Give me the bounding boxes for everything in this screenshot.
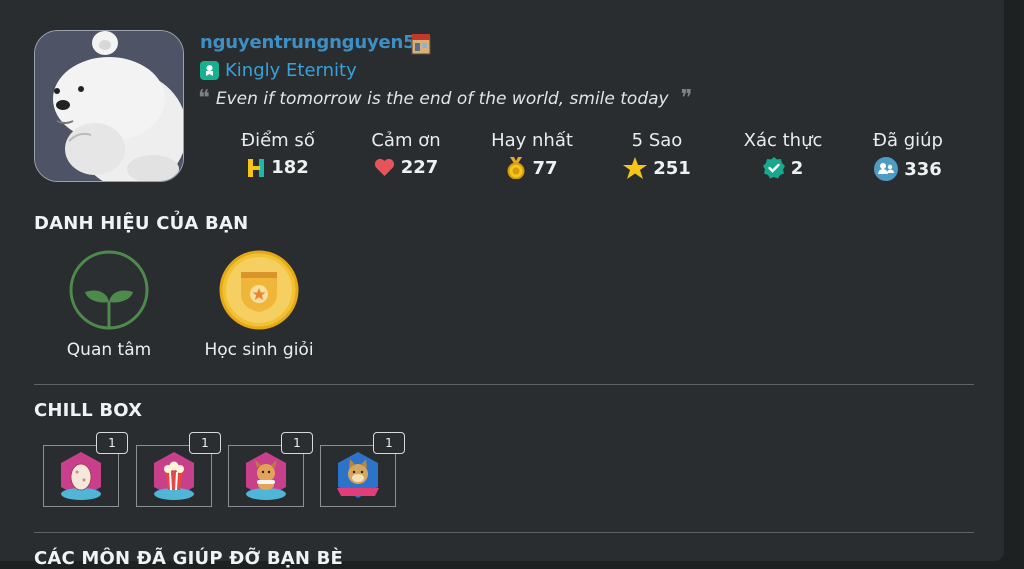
- chill-item-doge[interactable]: 1: [320, 432, 405, 507]
- title-badge-label: Học sinh giỏi: [204, 340, 314, 360]
- profile-panel: nguyentrungnguyen5 Kingly Eternity ❝ Eve…: [0, 0, 1004, 569]
- stat-value: 336: [904, 158, 942, 180]
- divider: [34, 384, 974, 385]
- rank-badge-icon: [200, 61, 219, 80]
- stat-value: 227: [400, 157, 439, 178]
- stat-five-stars: 5 Sao 251: [592, 130, 722, 179]
- star-shield-icon: [219, 250, 299, 330]
- popcorn-sticker-icon: [154, 452, 194, 500]
- helped-subjects-heading: CÁC MÔN ĐÃ GIÚP ĐỠ BẠN BÈ: [34, 548, 344, 569]
- rank-row: Kingly Eternity: [200, 60, 357, 81]
- stat-value: 182: [271, 157, 309, 178]
- stat-label: Đã giúp: [873, 130, 943, 151]
- stat-value: 77: [532, 157, 558, 179]
- title-badge-hoc-sinh-gioi[interactable]: Học sinh giỏi: [179, 250, 339, 360]
- star-icon: [623, 157, 648, 179]
- doge-sticker-icon: [337, 452, 379, 498]
- title-badge-label: Quan tâm: [66, 340, 152, 360]
- open-quote-icon: ❝: [198, 86, 210, 111]
- chill-item-egg[interactable]: 1: [43, 432, 128, 507]
- close-quote-icon: ❞: [680, 86, 693, 111]
- shop-icon[interactable]: [411, 33, 431, 55]
- chill-item-dog[interactable]: 1: [228, 432, 313, 507]
- stat-best: Hay nhất 77: [467, 130, 597, 179]
- chill-box-heading: CHILL BOX: [34, 400, 143, 421]
- sprout-icon: [69, 250, 149, 330]
- avatar[interactable]: [34, 30, 184, 182]
- chill-item-popcorn[interactable]: 1: [136, 432, 221, 507]
- stat-thanks: Cảm ơn 227: [341, 130, 471, 178]
- stat-label: Hay nhất: [491, 130, 573, 151]
- quote-text: Even if tomorrow is the end of the world…: [215, 89, 669, 109]
- helped-users-icon: [874, 157, 899, 181]
- rank-label[interactable]: Kingly Eternity: [225, 60, 357, 81]
- stat-label: Xác thực: [743, 130, 823, 151]
- stat-label: 5 Sao: [631, 130, 683, 151]
- stat-value: 2: [790, 157, 804, 179]
- stat-value: 251: [653, 157, 691, 179]
- stat-verified: Xác thực 2: [718, 130, 848, 179]
- points-h-icon: [248, 158, 265, 177]
- stat-helped: Đã giúp 336: [843, 130, 973, 181]
- title-badge-quan-tam[interactable]: Quan tâm: [29, 250, 189, 360]
- titles-heading: DANH HIỆU CỦA BẠN: [34, 213, 249, 234]
- stat-points: Điểm số 182: [213, 130, 343, 178]
- heart-icon: [374, 158, 394, 176]
- stat-label: Cảm ơn: [371, 130, 441, 151]
- username-link[interactable]: nguyentrungnguyen5: [200, 32, 416, 53]
- stat-label: Điểm số: [241, 130, 315, 151]
- divider: [34, 532, 974, 533]
- dog-sticker-icon: [246, 452, 286, 500]
- egg-sticker-icon: [61, 452, 101, 500]
- verified-icon: [762, 157, 785, 179]
- medal-icon: [507, 157, 525, 179]
- profile-quote: ❝ Even if tomorrow is the end of the wor…: [198, 88, 692, 110]
